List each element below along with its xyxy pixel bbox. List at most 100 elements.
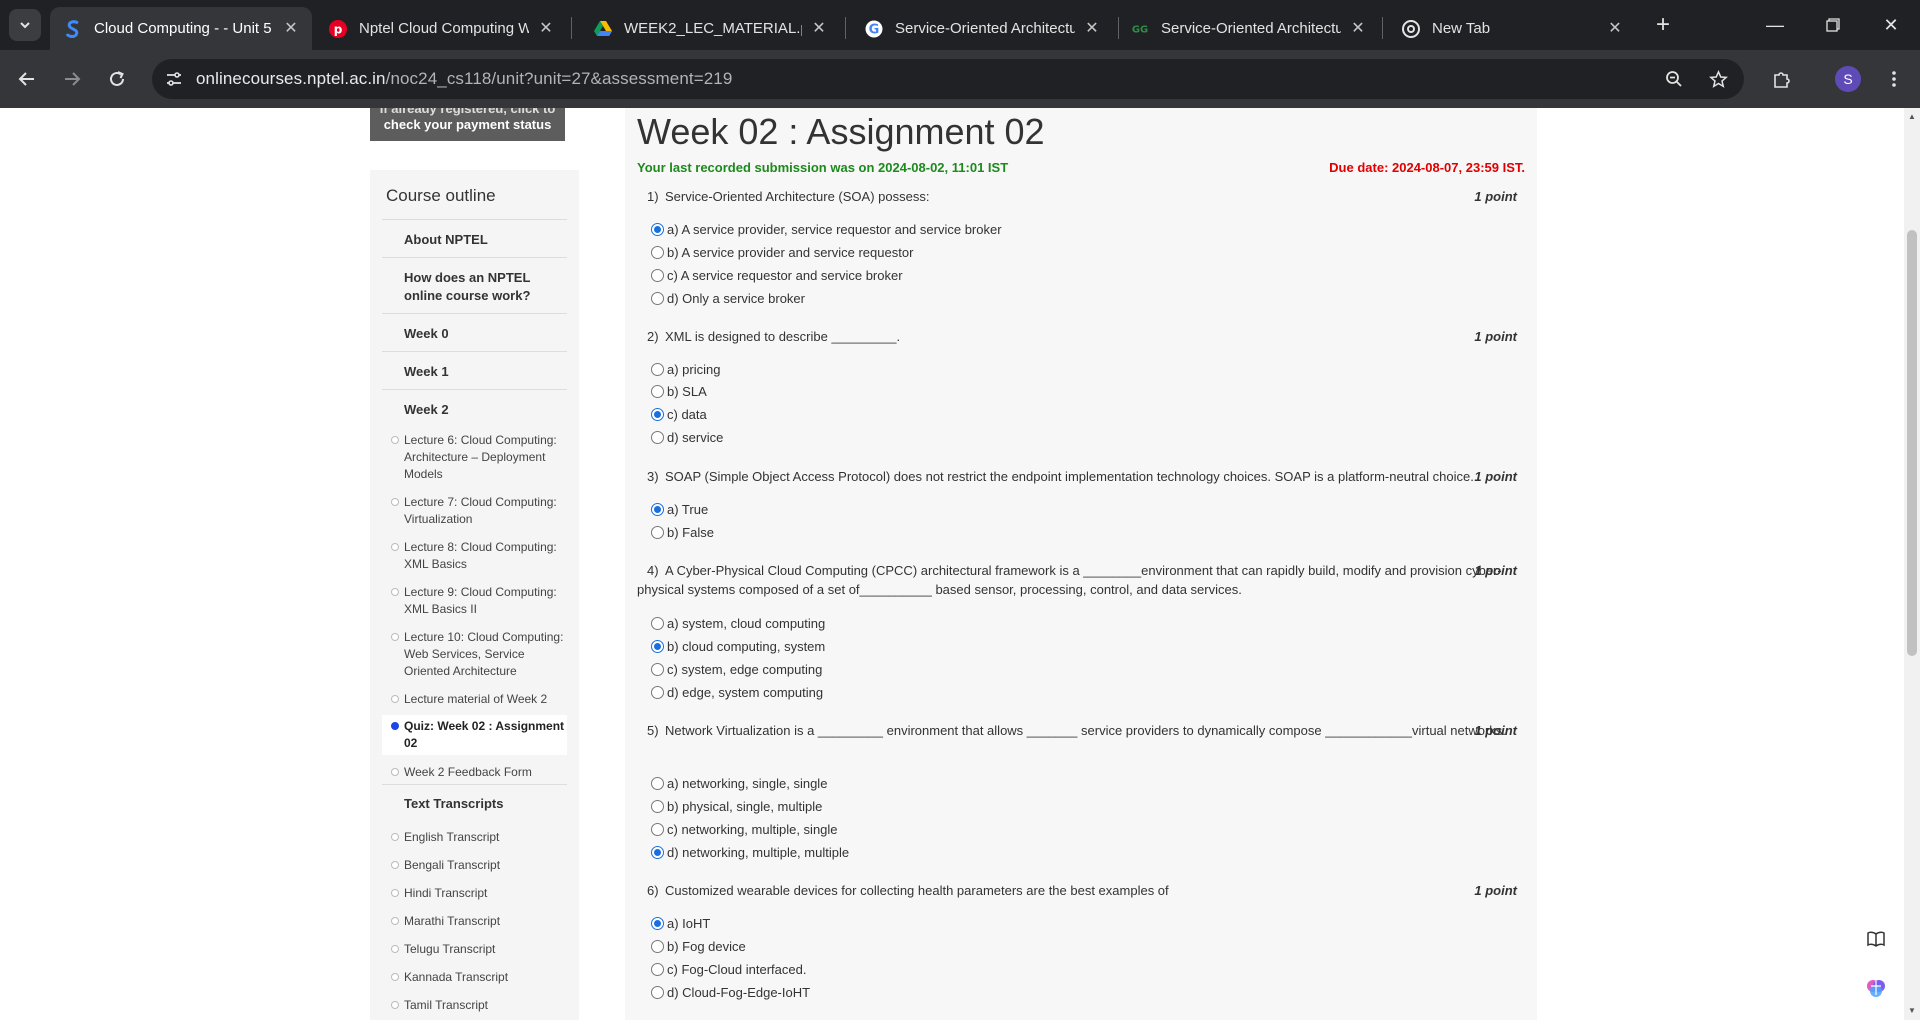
option-1b[interactable]: b) A service provider and service reques… [651,245,913,260]
tab-soa-gfg[interactable]: GG Service-Oriented Architecture ✕ [1117,7,1379,50]
forward-button[interactable] [56,63,88,95]
radio-button[interactable] [651,777,664,790]
close-icon[interactable]: ✕ [810,20,828,38]
radio-button[interactable] [651,526,664,539]
scroll-up-arrow[interactable]: ▲ [1907,112,1917,122]
sidebar-item-feedback-form[interactable]: Week 2 Feedback Form [382,764,567,781]
close-icon[interactable]: ✕ [1349,20,1367,38]
option-6c[interactable]: c) Fog-Cloud interfaced. [651,962,806,977]
option-2b[interactable]: b) SLA [651,384,707,399]
radio-button[interactable] [651,640,664,653]
sidebar-item-telugu-transcript[interactable]: Telugu Transcript [382,941,567,958]
option-4c[interactable]: c) system, edge computing [651,662,822,677]
radio-button[interactable] [651,363,664,376]
option-2a[interactable]: a) pricing [651,362,720,377]
radio-button[interactable] [651,800,664,813]
option-1d[interactable]: d) Only a service broker [651,291,805,306]
option-3a[interactable]: a) True [651,502,708,517]
radio-button[interactable] [651,503,664,516]
close-icon[interactable]: ✕ [1083,20,1101,38]
option-5b[interactable]: b) physical, single, multiple [651,799,822,814]
option-2d[interactable]: d) service [651,430,723,445]
reading-mode-button[interactable] [1862,925,1890,953]
sidebar-item-tamil-transcript[interactable]: Tamil Transcript [382,997,567,1014]
sidebar-item-english-transcript[interactable]: English Transcript [382,829,567,846]
site-info-icon[interactable] [162,67,186,91]
sidebar-item-kannada-transcript[interactable]: Kannada Transcript [382,969,567,986]
sidebar-item-week-1[interactable]: Week 1 [382,351,567,389]
sidebar-item-hindi-transcript[interactable]: Hindi Transcript [382,885,567,902]
option-5d[interactable]: d) networking, multiple, multiple [651,845,849,860]
option-4a[interactable]: a) system, cloud computing [651,616,825,631]
close-icon[interactable]: ✕ [1606,20,1624,38]
close-icon[interactable]: ✕ [282,20,300,38]
scroll-down-arrow[interactable]: ▼ [1907,1006,1917,1016]
zoom-icon[interactable] [1662,67,1686,91]
sidebar-item-lecture-9[interactable]: Lecture 9: Cloud Computing: XML Basics I… [382,584,567,618]
tab-new-tab[interactable]: New Tab ✕ [1388,7,1636,50]
option-5c[interactable]: c) networking, multiple, single [651,822,838,837]
sidebar-item-about-nptel[interactable]: About NPTEL [382,219,567,257]
radio-button[interactable] [651,940,664,953]
option-3b[interactable]: b) False [651,525,714,540]
sidebar-item-lecture-8[interactable]: Lecture 8: Cloud Computing: XML Basics [382,539,567,573]
profile-avatar[interactable]: S [1835,66,1861,92]
tab-search-button[interactable] [9,9,41,41]
tab-soa-google[interactable]: G Service-Oriented Architecture ✕ [851,7,1113,50]
close-window-button[interactable]: ✕ [1876,10,1906,40]
radio-button[interactable] [651,823,664,836]
option-2c[interactable]: c) data [651,407,707,422]
radio-button[interactable] [651,663,664,676]
payment-status-button[interactable]: If already registered, click to check yo… [370,108,565,141]
minimize-button[interactable]: — [1760,10,1790,40]
option-1a[interactable]: a) A service provider, service requestor… [651,222,1002,237]
option-6b[interactable]: b) Fog device [651,939,746,954]
sidebar-item-lecture-10[interactable]: Lecture 10: Cloud Computing: Web Service… [382,629,567,680]
radio-button[interactable] [651,617,664,630]
reload-button[interactable] [101,63,133,95]
sidebar-item-how-it-works[interactable]: How does an NPTEL online course work? [382,257,567,313]
radio-button[interactable] [651,846,664,859]
radio-button[interactable] [651,223,664,236]
sidebar-item-week-2[interactable]: Week 2 [382,389,567,427]
radio-button[interactable] [651,246,664,259]
extensions-button[interactable] [1766,63,1798,95]
sidebar-item-marathi-transcript[interactable]: Marathi Transcript [382,913,567,930]
sidebar-item-lecture-7[interactable]: Lecture 7: Cloud Computing: Virtualizati… [382,494,567,528]
ai-assistant-button[interactable] [1862,974,1890,1002]
sidebar-item-lecture-6[interactable]: Lecture 6: Cloud Computing: Architecture… [382,432,567,483]
sidebar-item-text-transcripts[interactable]: Text Transcripts [382,784,567,818]
page-scrollbar[interactable]: ▲ ▼ [1904,108,1920,1020]
radio-button[interactable] [651,408,664,421]
swayam-icon [64,19,82,38]
bookmark-star-icon[interactable] [1706,67,1730,91]
radio-button[interactable] [651,292,664,305]
option-4b[interactable]: b) cloud computing, system [651,639,825,654]
radio-button[interactable] [651,269,664,282]
option-5a[interactable]: a) networking, single, single [651,776,827,791]
browser-menu-button[interactable] [1878,63,1910,95]
new-tab-button[interactable]: + [1650,13,1676,39]
address-bar[interactable]: onlinecourses.nptel.ac.in/noc24_cs118/un… [152,59,1744,99]
scrollbar-thumb[interactable] [1907,230,1917,656]
option-6d[interactable]: d) Cloud-Fog-Edge-IoHT [651,985,810,1000]
sidebar-item-quiz-week-2[interactable]: Quiz: Week 02 : Assignment 02 [382,715,567,755]
option-6a[interactable]: a) IoHT [651,916,710,931]
back-button[interactable] [11,63,43,95]
tab-week2-pdf[interactable]: WEEK2_LEC_MATERIAL.pdf ✕ [580,7,840,50]
radio-button[interactable] [651,431,664,444]
radio-button[interactable] [651,686,664,699]
option-1c[interactable]: c) A service requestor and service broke… [651,268,903,283]
sidebar-item-week-0[interactable]: Week 0 [382,313,567,351]
close-icon[interactable]: ✕ [537,20,555,38]
tab-nptel-week[interactable]: p Nptel Cloud Computing Week ✕ [315,7,567,50]
radio-button[interactable] [651,963,664,976]
option-4d[interactable]: d) edge, system computing [651,685,823,700]
sidebar-item-bengali-transcript[interactable]: Bengali Transcript [382,857,567,874]
tab-cloud-computing[interactable]: Cloud Computing - - Unit 5 ✕ [50,7,312,50]
radio-button[interactable] [651,385,664,398]
sidebar-item-lecture-material[interactable]: Lecture material of Week 2 [382,691,567,708]
restore-button[interactable] [1818,10,1848,40]
radio-button[interactable] [651,986,664,999]
radio-button[interactable] [651,917,664,930]
